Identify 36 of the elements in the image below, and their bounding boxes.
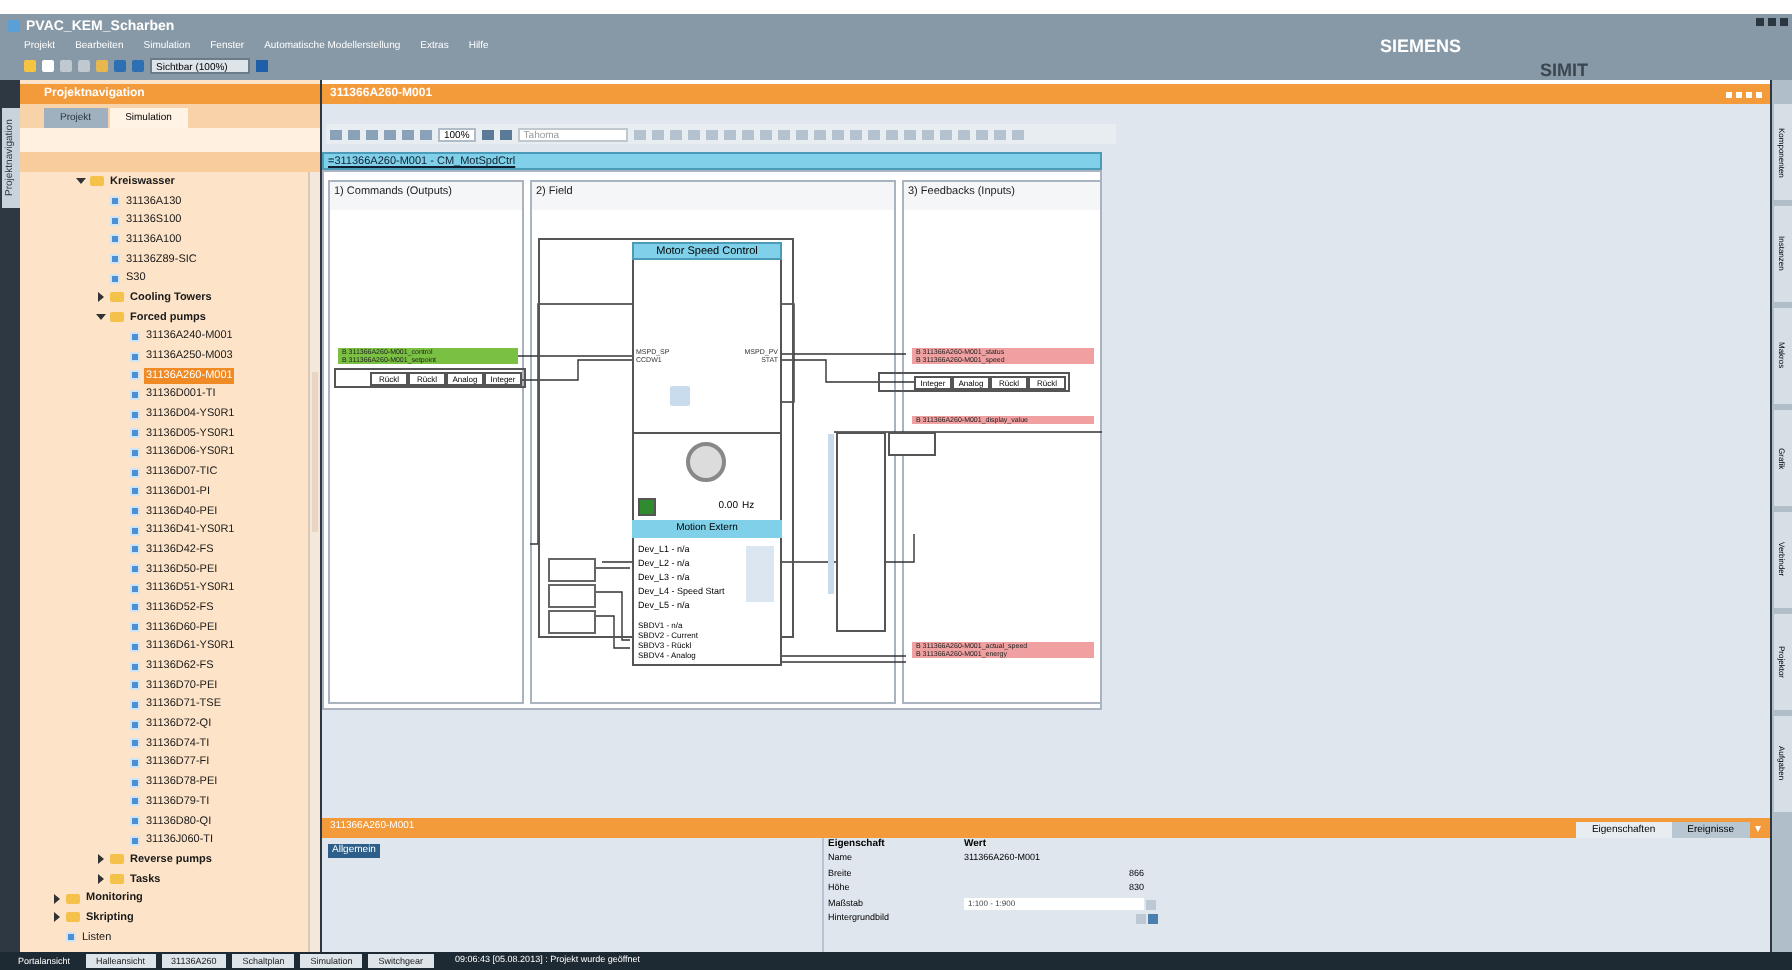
zoom-in-icon[interactable]: [481, 129, 494, 139]
status-indicator: [638, 498, 656, 516]
scroll-strip[interactable]: [746, 546, 774, 602]
filter-block: [548, 610, 596, 634]
product-name: SIMIT: [1540, 58, 1588, 84]
connection-line: [595, 567, 631, 569]
close-icon[interactable]: [1780, 18, 1788, 26]
minimize-icon[interactable]: [1726, 91, 1732, 97]
connection-line: [781, 661, 907, 663]
expand-icon[interactable]: [52, 893, 62, 904]
filter-block: [548, 558, 596, 582]
logic-block: [888, 432, 936, 456]
restore-icon[interactable]: [1746, 91, 1752, 97]
app-icon: [8, 20, 20, 32]
toolbar-icon[interactable]: [256, 60, 268, 72]
spin-icon[interactable]: [1146, 899, 1156, 910]
chart-icon: [66, 932, 76, 943]
clear-icon[interactable]: [1148, 914, 1158, 925]
connection-line: [781, 655, 907, 657]
restore-icon[interactable]: [1768, 18, 1776, 26]
close-icon[interactable]: [1756, 91, 1762, 97]
minimize-icon[interactable]: [1756, 18, 1764, 26]
brand-logo: SIEMENS: [1380, 34, 1462, 60]
list-icon: [670, 386, 690, 406]
folder-icon: [90, 176, 104, 187]
collapse-icon[interactable]: [76, 176, 86, 187]
expand-icon[interactable]: [52, 912, 62, 923]
expand-icon[interactable]: [96, 874, 106, 885]
scroll-strip[interactable]: [828, 434, 834, 594]
scrollbar[interactable]: [308, 172, 320, 952]
maximize-icon[interactable]: [1736, 91, 1742, 97]
expand-icon[interactable]: [96, 854, 106, 865]
collapse-icon[interactable]: [96, 312, 106, 323]
filter-block: [548, 584, 596, 608]
expand-icon[interactable]: [96, 292, 106, 303]
zoom-out-icon[interactable]: [499, 129, 512, 139]
